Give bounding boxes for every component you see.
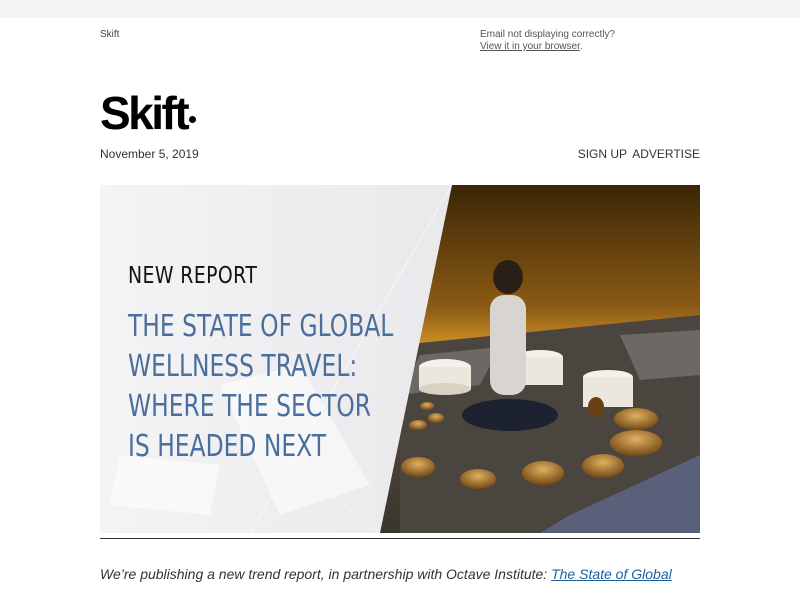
hero-title-line: IS HEADED NEXT bbox=[128, 429, 327, 464]
hero-title-line: THE STATE OF GLOBAL bbox=[128, 309, 394, 344]
logo-text: Skift bbox=[100, 87, 190, 139]
divider bbox=[100, 538, 700, 539]
sign-up-link[interactable]: SIGN UP bbox=[578, 147, 627, 161]
view-in-browser-link[interactable]: View it in your browser bbox=[480, 41, 580, 52]
intro-text: We’re publishing a new trend report, in … bbox=[100, 566, 552, 582]
hero-title: THE STATE OF GLOBAL WELLNESS TRAVEL: WHE… bbox=[128, 307, 394, 467]
hero-banner[interactable]: NEW REPORT THE STATE OF GLOBAL WELLNESS … bbox=[100, 185, 700, 533]
intro-paragraph: We’re publishing a new trend report, in … bbox=[100, 566, 720, 582]
view-suffix: . bbox=[579, 41, 583, 52]
hero-title-line: WELLNESS TRAVEL: bbox=[128, 349, 358, 384]
advertise-link[interactable]: ADVERTISE bbox=[632, 147, 700, 161]
hero-kicker: NEW REPORT bbox=[128, 263, 258, 289]
logo-dot-icon bbox=[189, 116, 197, 123]
preheader-brand: Skift bbox=[100, 29, 120, 40]
issue-date: November 5, 2019 bbox=[100, 147, 199, 161]
top-nav: SIGN UP ADVERTISE bbox=[576, 147, 700, 161]
skift-logo[interactable]: Skift bbox=[100, 87, 197, 139]
report-link[interactable]: The State of Global bbox=[551, 566, 672, 582]
preheader-browser-notice: Email not displaying correctly? View it … bbox=[480, 29, 615, 53]
not-displaying-text: Email not displaying correctly? bbox=[480, 29, 616, 40]
hero-title-line: WHERE THE SECTOR bbox=[128, 389, 372, 424]
